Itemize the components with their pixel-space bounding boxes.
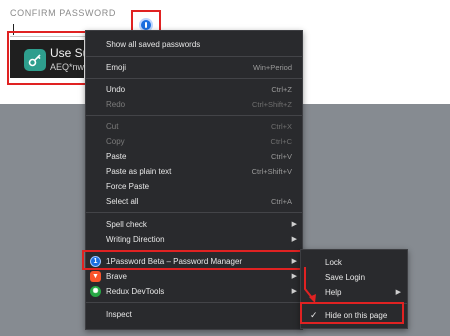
brave-lion-icon: ▼: [90, 270, 101, 282]
chevron-right-icon: ▶: [291, 288, 297, 295]
menu-item-cut: Cut Ctrl+X: [106, 121, 292, 131]
menu-item-spell-check[interactable]: Spell check ▶: [86, 216, 302, 232]
key-icon: [24, 49, 46, 71]
menu-item-brave[interactable]: ▼ Brave ▶: [86, 268, 302, 284]
menu-item-copy: Copy Ctrl+C: [106, 136, 292, 146]
password-suggestion-popup[interactable]: Use Su AEQ*nw: [10, 40, 84, 78]
menu-item-redux-devtools[interactable]: ✺ Redux DevTools ▶: [86, 283, 302, 299]
menu-item-redo: Redo Ctrl+Shift+Z: [106, 99, 292, 109]
suggestion-title: Use Su: [50, 46, 84, 60]
text-caret: [13, 24, 14, 35]
confirm-password-label: CONFIRM PASSWORD: [10, 8, 116, 18]
checkmark-icon: ✓: [310, 309, 318, 320]
chevron-right-icon: ▶: [395, 289, 401, 296]
context-menu: Show all saved passwords Emoji Win+Perio…: [85, 30, 303, 330]
1password-icon: 1: [90, 255, 101, 267]
menu-item-inspect[interactable]: Inspect: [86, 306, 302, 322]
menu-item-force-paste[interactable]: Force Paste: [86, 178, 302, 194]
submenu-item-save-login[interactable]: Save Login: [301, 269, 407, 285]
menu-divider: [301, 303, 407, 304]
menu-item-undo[interactable]: Undo Ctrl+Z: [86, 81, 302, 97]
menu-item-select-all[interactable]: Select all Ctrl+A: [86, 193, 302, 209]
menu-divider: [86, 78, 302, 79]
menu-divider: [86, 250, 302, 251]
1password-submenu: Lock Save Login Help ▶ ✓ Hide on this pa…: [300, 249, 408, 329]
menu-divider: [86, 115, 302, 116]
chevron-right-icon: ▶: [291, 273, 297, 280]
menu-item-1password[interactable]: 1 1Password Beta – Password Manager ▶: [86, 253, 302, 269]
suggestion-password: AEQ*nw: [50, 62, 84, 72]
submenu-item-help[interactable]: Help ▶: [301, 284, 407, 300]
menu-item-paste[interactable]: Paste Ctrl+V: [86, 148, 302, 164]
chevron-right-icon: ▶: [291, 236, 297, 243]
menu-divider: [86, 302, 302, 303]
menu-item-emoji[interactable]: Emoji Win+Period: [86, 59, 302, 75]
menu-divider: [86, 212, 302, 213]
redux-icon: ✺: [90, 285, 101, 297]
submenu-item-lock[interactable]: Lock: [301, 254, 407, 270]
chevron-right-icon: ▶: [291, 221, 297, 228]
menu-divider: [86, 56, 302, 57]
menu-item-paste-plain-text[interactable]: Paste as plain text Ctrl+Shift+V: [86, 163, 302, 179]
menu-item-writing-direction[interactable]: Writing Direction ▶: [86, 231, 302, 247]
menu-item-show-saved-passwords[interactable]: Show all saved passwords: [86, 36, 302, 52]
submenu-item-hide-on-page[interactable]: ✓ Hide on this page: [301, 307, 407, 323]
chevron-right-icon: ▶: [291, 258, 297, 265]
